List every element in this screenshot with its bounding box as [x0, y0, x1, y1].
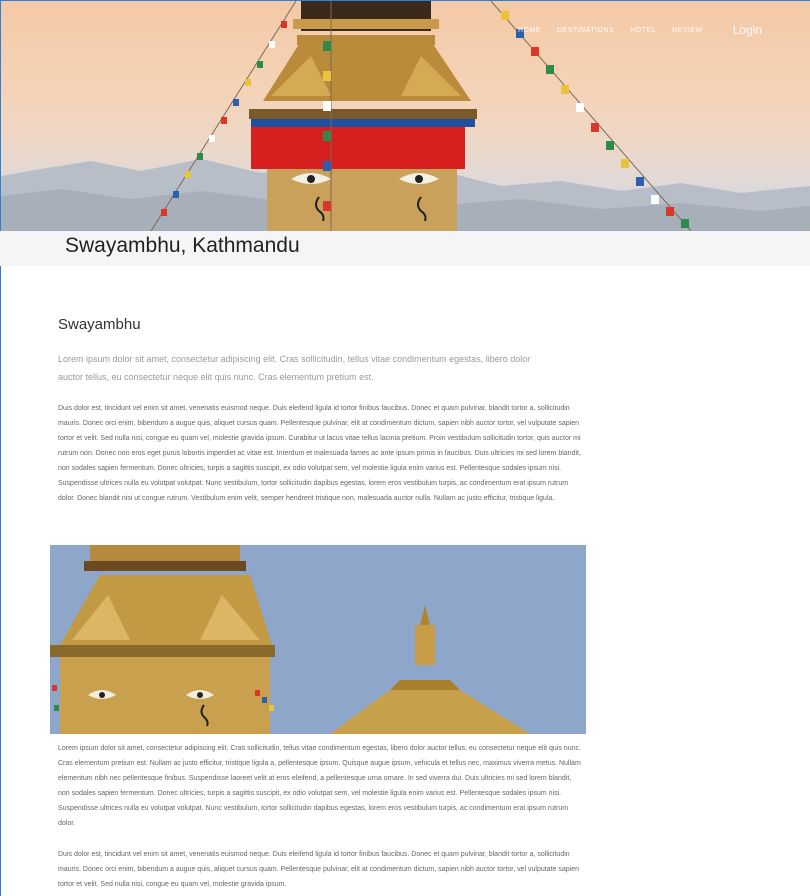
- main-nav: Home Destinations Hotel Review Login: [518, 23, 762, 37]
- body-paragraph-1: Duis dolor est, tincidunt vel enim sit a…: [58, 405, 581, 502]
- nav-link-home[interactable]: Home: [518, 27, 541, 34]
- hero-banner: Home Destinations Hotel Review Login: [1, 1, 810, 231]
- body-paragraph-2: Lorem ipsum dolor sit amet, consectetur …: [58, 745, 581, 827]
- section-heading: Swayambhu: [58, 316, 141, 333]
- nav-link-hotel[interactable]: Hotel: [630, 27, 656, 34]
- stupa-photo: [50, 545, 586, 734]
- page-title: Swayambhu, Kathmandu: [65, 234, 300, 257]
- body-paragraph-3: Duis dolor est, tincidunt vel enim sit a…: [58, 851, 580, 888]
- nav-link-review[interactable]: Review: [672, 27, 703, 34]
- login-link[interactable]: Login: [733, 23, 762, 37]
- intro-paragraph: Lorem ipsum dolor sit amet, consectetur …: [58, 354, 531, 382]
- nav-link-destinations[interactable]: Destinations: [557, 27, 614, 34]
